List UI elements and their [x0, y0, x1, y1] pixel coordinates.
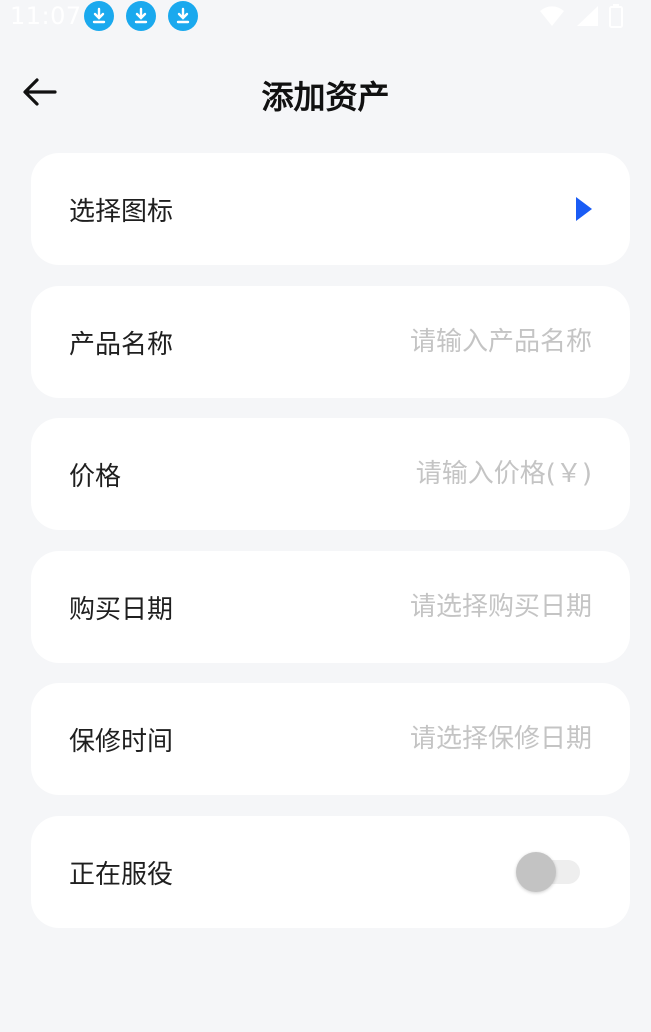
in-service-label: 正在服役 — [69, 859, 174, 890]
triangle-right-icon[interactable] — [576, 197, 592, 221]
download-icon — [126, 1, 156, 31]
status-bar: 11:07 — [0, 0, 651, 32]
price-label: 价格 — [69, 461, 122, 492]
warranty-date-picker[interactable] — [262, 724, 592, 754]
in-service-toggle[interactable] — [516, 852, 582, 892]
signal-icon — [577, 6, 598, 26]
wifi-icon — [540, 6, 564, 26]
product-name-label: 产品名称 — [69, 329, 174, 360]
product-name-input[interactable] — [262, 327, 592, 357]
warranty-label: 保修时间 — [69, 726, 174, 757]
price-row: 价格 — [31, 418, 630, 530]
purchase-date-row[interactable]: 购买日期 — [31, 551, 630, 663]
toggle-knob — [516, 852, 556, 892]
select-icon-label: 选择图标 — [69, 196, 174, 227]
warranty-row[interactable]: 保修时间 — [31, 683, 630, 795]
status-time: 11:07 — [10, 2, 82, 30]
download-icon — [84, 1, 114, 31]
select-icon-row[interactable]: 选择图标 — [31, 153, 630, 265]
download-icon — [168, 1, 198, 31]
in-service-row: 正在服役 — [31, 816, 630, 928]
page-title: 添加资产 — [261, 78, 390, 116]
product-name-row: 产品名称 — [31, 286, 630, 398]
purchase-date-label: 购买日期 — [69, 594, 174, 625]
purchase-date-picker[interactable] — [262, 592, 592, 622]
app-header: 添加资产 — [0, 56, 651, 128]
battery-icon — [609, 4, 623, 28]
price-input[interactable] — [262, 459, 592, 489]
system-icons — [539, 4, 623, 28]
